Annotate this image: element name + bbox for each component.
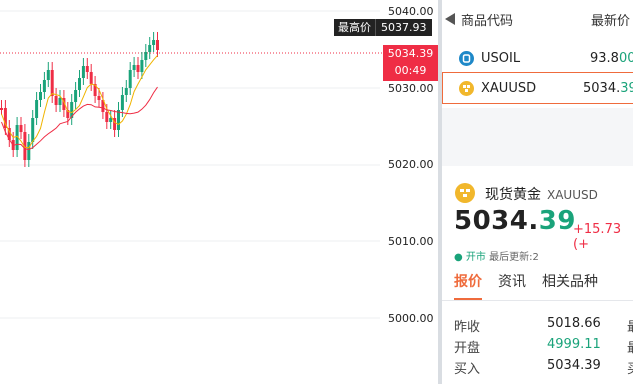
watchlist-header: 商品代码 最新价: [442, 0, 633, 38]
candle-body: [19, 125, 23, 132]
candle-body: [50, 70, 54, 96]
market-open-status: ● 开市: [454, 252, 486, 263]
last-update: 最后更新:2: [489, 252, 539, 263]
current-price-tag: 5034.39 00:49: [383, 45, 438, 81]
candle-body: [109, 118, 113, 122]
watchlist-price: 93.800: [590, 50, 633, 66]
candle-body: [105, 112, 109, 122]
col-header-symbol[interactable]: 商品代码: [461, 10, 513, 29]
price-axis-label-5040: 5040.00: [388, 5, 434, 18]
candle-countdown: 00:49: [394, 64, 427, 77]
watchlist-symbol: XAUUSD: [481, 80, 537, 96]
last-price: 5034.39: [454, 206, 576, 236]
candle-body: [42, 80, 46, 92]
high-price-tag: 最高价 5037.93: [334, 19, 432, 36]
current-price-value: 5034.39: [387, 47, 434, 60]
candle-body: [31, 118, 35, 142]
instrument-symbol: XAUUSD: [547, 188, 598, 202]
candle-body: [89, 72, 93, 84]
candle-body: [132, 65, 136, 70]
candle-body: [117, 110, 120, 130]
candle-body: [74, 90, 78, 102]
candle-body: [78, 78, 81, 90]
right-panel: 商品代码 最新价 USOIL 93.800 XAUUSD 5034.39 现货黄…: [442, 0, 633, 384]
instrument-name: 现货黄金: [485, 187, 541, 203]
gold-icon: [459, 80, 474, 96]
candle-body: [54, 96, 58, 105]
col-header-price[interactable]: 最新价: [591, 10, 630, 29]
gold-icon: [455, 183, 475, 203]
candle-body: [0, 108, 3, 110]
candle-body: [144, 52, 148, 60]
tab-news[interactable]: 资讯: [498, 271, 526, 301]
watchlist-price: 5034.39: [583, 80, 633, 96]
quote-row-open: 开盘 4999.11 最: [454, 337, 633, 356]
candle-body: [97, 96, 101, 100]
tab-related[interactable]: 相关品种: [542, 271, 598, 301]
candle-body: [128, 70, 132, 88]
candle-body: [27, 142, 31, 160]
price-axis-label-5010: 5010.00: [388, 235, 434, 248]
price-axis-label-5020: 5020.00: [388, 158, 434, 171]
candle-body: [148, 45, 152, 52]
candle-body: [136, 65, 140, 72]
high-price-value: 5037.93: [375, 19, 432, 36]
chart-canvas[interactable]: [0, 0, 438, 384]
watchlist-row-xauusd[interactable]: XAUUSD 5034.39: [442, 72, 633, 104]
candle-body: [35, 100, 39, 118]
price-axis-label-5000: 5000.00: [388, 312, 434, 325]
quote-row-bid: 买入 5034.39 买: [454, 358, 633, 377]
tab-underline-divider: [442, 300, 633, 301]
panel-separator: [442, 108, 633, 166]
tab-quote[interactable]: 报价: [454, 271, 482, 301]
candle-body: [39, 92, 42, 100]
candle-body: [124, 88, 128, 95]
candle-body: [140, 60, 144, 72]
market-status: ● 开市 最后更新:2: [454, 248, 539, 263]
candle-body: [85, 66, 89, 72]
collapse-flag-icon[interactable]: [445, 13, 455, 25]
quote-row-prev-close: 昨收 5018.66 最: [454, 316, 633, 335]
candle-body: [156, 40, 159, 50]
usoil-icon: [459, 50, 474, 66]
price-change: +15.73 (+: [573, 222, 622, 252]
candle-body: [81, 66, 85, 78]
candlestick-chart[interactable]: [0, 0, 438, 384]
detail-tabs: 报价 资讯 相关品种: [454, 271, 614, 301]
instrument-title: 现货黄金 XAUUSD: [485, 184, 598, 204]
candle-body: [46, 70, 50, 80]
watchlist-row-usoil[interactable]: USOIL 93.800: [442, 43, 633, 73]
watchlist-symbol: USOIL: [481, 50, 521, 66]
candle-body: [58, 98, 62, 105]
price-axis-label-5030: 5030.00: [388, 82, 434, 95]
high-price-label: 最高价: [334, 19, 375, 36]
candle-body: [152, 40, 156, 45]
candle-body: [120, 95, 124, 110]
